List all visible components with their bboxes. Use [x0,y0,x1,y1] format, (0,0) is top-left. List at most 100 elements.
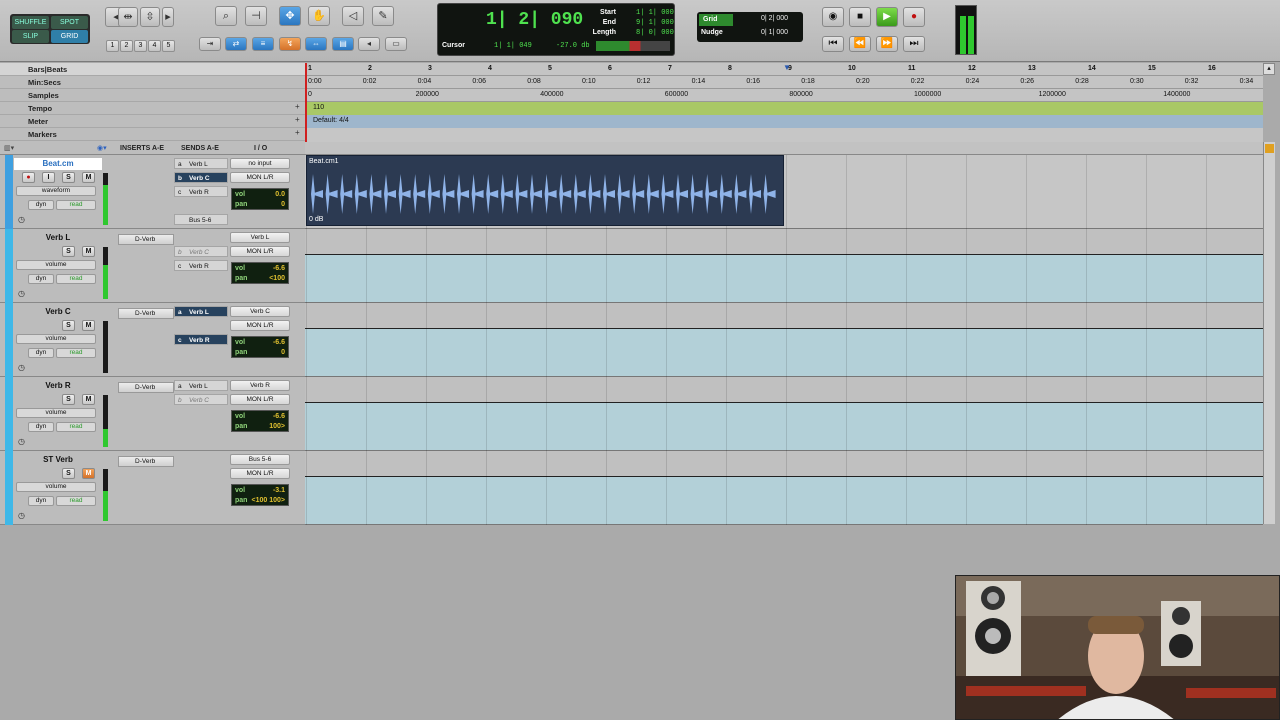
track-color-bar[interactable] [5,303,13,377]
automation-mode[interactable]: read [56,422,96,432]
vol-pan-display[interactable]: vol -3.1 pan <100 100> [231,484,289,506]
vertical-scrollbar[interactable] [1263,142,1275,524]
input-selector[interactable]: Verb R [230,380,290,391]
nudge-value[interactable]: 0| 1| 000 [761,29,788,36]
automation-type[interactable]: dyn [28,496,54,506]
track-color-bar[interactable] [5,451,13,525]
markers-ruler[interactable] [305,128,1263,142]
link-track-selection-icon[interactable]: ≡ [252,37,274,51]
ruler-label-meter[interactable]: Meter [0,115,305,128]
zoomer-tool-icon[interactable]: ⌕ [215,6,237,26]
insert-slot[interactable]: D-Verb [118,234,174,245]
track-lane-5[interactable] [305,451,1263,525]
zoom-preset-5[interactable]: 5 [162,40,175,52]
automation-mode[interactable]: read [56,496,96,506]
track-1[interactable]: Beat.cm ● I S Mwaveform dyn read ◷ a Verb L b Verb … [0,155,305,229]
automation-mode[interactable]: read [56,274,96,284]
track-color-bar[interactable] [5,155,13,229]
track-name[interactable]: Verb C [14,306,102,318]
vol-pan-display[interactable]: vol 0.0 pan 0 [231,188,289,210]
ruler-label-samples[interactable]: Samples [0,89,305,102]
send-slot[interactable]: c Verb R [174,186,228,197]
pan-value[interactable]: 100> [269,422,285,432]
grid-nudge-panel[interactable]: Grid 0| 2| 000 Nudge 0| 1| 000 [697,12,803,42]
track-name[interactable]: Beat.cm [14,158,102,170]
solo-button[interactable]: S [62,172,75,183]
zoom-horizontal-icon[interactable]: ⇹ [118,7,138,27]
track-list-menu-icon[interactable]: ▥▾ [4,144,14,152]
track-view-selector[interactable]: volume [16,408,96,418]
ruler-add-icons[interactable]: + + + [295,100,303,140]
mute-button[interactable]: M [82,394,95,405]
track-color-bar[interactable] [5,229,13,303]
track-lane-4[interactable] [305,377,1263,451]
clip-gain[interactable]: 0 dB [309,216,323,223]
track-timebase-icon[interactable]: ◷ [18,437,25,446]
audio-clip[interactable]: Beat.cm1 0 dB [306,155,784,226]
pan-value[interactable]: <100 [269,274,285,284]
automation-type[interactable]: dyn [28,348,54,358]
volume-value[interactable]: -6.6 [273,338,285,348]
slip-mode-button[interactable]: SLIP [12,30,49,43]
shuffle-mode-button[interactable]: SHUFFLE [12,16,49,29]
send-slot[interactable]: b Verb C [174,246,228,257]
main-counter[interactable]: 1| 2| 090 Start End Length 1| 1| 000 9| … [437,3,675,56]
nudge-left-icon[interactable]: ◂ [358,37,380,51]
spot-mode-button[interactable]: SPOT [51,16,88,29]
input-selector[interactable]: Verb C [230,306,290,317]
go-to-end-icon[interactable]: ⏭ [903,36,925,52]
rewind-icon[interactable]: ⏪ [849,36,871,52]
insert-slot[interactable]: D-Verb [118,382,174,393]
track-view-selector[interactable]: waveform [16,186,96,196]
ruler-label-bars-beats[interactable]: Bars|Beats [0,63,305,76]
tempo-ruler[interactable]: 110 [305,102,1263,115]
pan-value[interactable]: 0 [281,200,285,210]
track-timebase-icon[interactable]: ◷ [18,363,25,372]
zoom-in-icon[interactable]: ▸ [162,7,174,27]
mirror-midi-icon[interactable]: ⇔ [305,37,327,51]
volume-value[interactable]: -6.6 [273,412,285,422]
insert-slot[interactable]: D-Verb [118,308,174,319]
solo-button[interactable]: S [62,246,75,257]
vol-pan-display[interactable]: vol -6.6 pan 0 [231,336,289,358]
send-slot[interactable]: a Verb L [174,158,228,169]
meter-ruler[interactable]: Default: 4/4 [305,115,1263,128]
track-3[interactable]: Verb C S Mvolume dyn read ◷ D-Verb a Verb L c Verb… [0,303,305,377]
send-slot[interactable]: c Verb R [174,334,228,345]
track-timebase-icon[interactable]: ◷ [18,511,25,520]
automation-type[interactable]: dyn [28,422,54,432]
zoom-preset-2[interactable]: 2 [120,40,133,52]
track-5[interactable]: ST Verb S Mvolume dyn read ◷ D-Verb Bus 5-6 MON … [0,451,305,525]
volume-value[interactable]: 0.0 [275,190,285,200]
pencil-tool-icon[interactable]: ✎ [372,6,394,26]
link-timeline-icon[interactable]: ⇄ [225,37,247,51]
send-slot[interactable]: a Verb L [174,380,228,391]
track-name[interactable]: ST Verb [14,454,102,466]
track-view-selector[interactable]: volume [16,334,96,344]
ruler-label-minsecs[interactable]: Min:Secs [0,76,305,89]
solo-button[interactable]: S [62,394,75,405]
length-value[interactable]: 8| 0| 000 [636,28,674,38]
track-timebase-icon[interactable]: ◷ [18,215,25,224]
record-icon[interactable]: ● [903,7,925,27]
output-selector[interactable]: MON L/R [230,172,290,183]
window-config-icon[interactable]: ▭ [385,37,407,51]
input-selector[interactable]: no input [230,158,290,169]
return-to-zero-icon[interactable]: ⏮ [822,36,844,52]
insert-slot[interactable]: D-Verb [118,456,174,467]
grid-mode-button[interactable]: GRID [51,30,88,43]
tempo-value[interactable]: 110 [313,104,324,111]
timeline-rulers[interactable]: 1 2 3 4 5 6 7 8 9 10 11 12 13 14 15 16 0:00 0:02 0:04 0:06… [305,63,1263,142]
send-slot[interactable]: b Verb C [174,394,228,405]
grid-label[interactable]: Grid [699,14,733,26]
volume-value[interactable]: -6.6 [273,264,285,274]
insertion-follows-playback-icon[interactable]: ↯ [279,37,301,51]
minsecs-ruler[interactable]: 0:00 0:02 0:04 0:06 0:08 0:10 0:12 0:14 0:16 0:18… [305,76,1263,89]
grabber-tool-icon[interactable]: ✥ [279,6,301,26]
output-selector[interactable]: MON L/R [230,468,290,479]
fast-forward-icon[interactable]: ⏩ [876,36,898,52]
track-lane-3[interactable] [305,303,1263,377]
mute-button[interactable]: M [82,320,95,331]
track-4[interactable]: Verb R S Mvolume dyn read ◷ D-Verb a Verb L b Verb… [0,377,305,451]
stop-icon[interactable]: ■ [849,7,871,27]
